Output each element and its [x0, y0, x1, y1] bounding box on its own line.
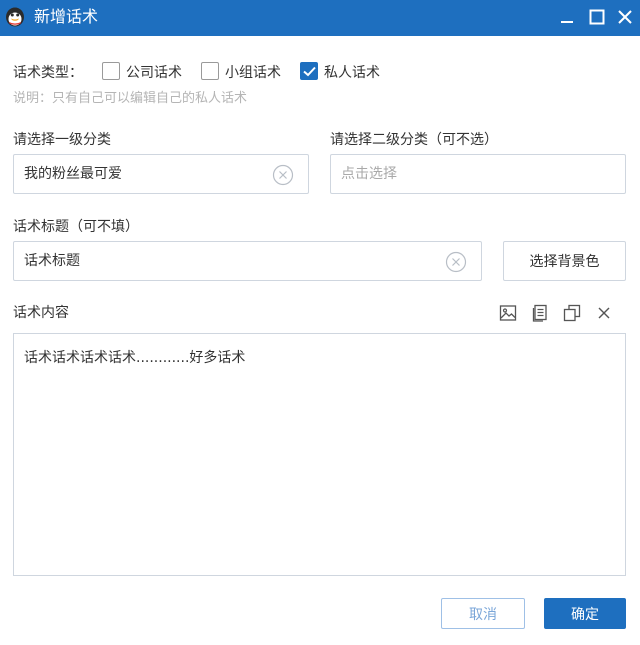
maximize-icon: [589, 9, 605, 25]
company-script-label[interactable]: 公司话术: [126, 64, 182, 82]
script-title-value: 话术标题: [24, 253, 80, 269]
copy-icon[interactable]: [560, 301, 584, 325]
script-content-label: 话术内容: [13, 305, 69, 321]
script-content-editor[interactable]: 话术话术话术话术............好多话术: [13, 333, 626, 576]
category1-label: 请选择一级分类: [13, 132, 111, 148]
window-title: 新增话术: [34, 7, 99, 26]
group-script-checkbox[interactable]: [201, 62, 219, 80]
private-script-hint: 说明：只有自己可以编辑自己的私人话术: [13, 91, 248, 106]
clear-icon[interactable]: [272, 164, 294, 186]
close-icon[interactable]: [592, 301, 616, 325]
category2-label: 请选择二级分类（可不选）: [330, 132, 498, 148]
script-title-input[interactable]: 话术标题: [13, 241, 482, 281]
document-icon[interactable]: [528, 301, 552, 325]
clear-icon[interactable]: [445, 251, 467, 273]
maximize-button[interactable]: [582, 0, 612, 34]
minimize-icon: [561, 21, 573, 23]
image-icon[interactable]: [496, 301, 520, 325]
close-icon: [618, 10, 632, 24]
script-type-label: 话术类型：: [13, 65, 83, 81]
script-content-text[interactable]: 话术话术话术话术............好多话术: [24, 349, 245, 367]
checkmark-icon: [303, 66, 316, 77]
app-logo-icon: [4, 6, 26, 28]
private-script-label[interactable]: 私人话术: [324, 64, 380, 82]
private-script-checkbox[interactable]: [300, 62, 318, 80]
confirm-button[interactable]: 确定: [544, 598, 626, 629]
minimize-button[interactable]: [552, 0, 582, 34]
cancel-button[interactable]: 取消: [441, 598, 525, 629]
company-script-checkbox[interactable]: [102, 62, 120, 80]
add-script-dialog: 新增话术 话术类型： 公司话术 小组话术 私人话术 说明：只有自己可以编辑自己的…: [0, 0, 640, 645]
choose-background-color-button[interactable]: 选择背景色: [503, 241, 626, 281]
title-bar[interactable]: 新增话术: [0, 0, 640, 36]
group-script-label[interactable]: 小组话术: [225, 64, 281, 82]
category1-value: 我的粉丝最可爱: [24, 166, 122, 182]
category2-placeholder: 点击选择: [341, 166, 397, 182]
category1-select[interactable]: 我的粉丝最可爱: [13, 154, 309, 194]
close-window-button[interactable]: [610, 0, 640, 34]
script-title-label: 话术标题（可不填）: [13, 219, 139, 235]
category2-select[interactable]: 点击选择: [330, 154, 626, 194]
